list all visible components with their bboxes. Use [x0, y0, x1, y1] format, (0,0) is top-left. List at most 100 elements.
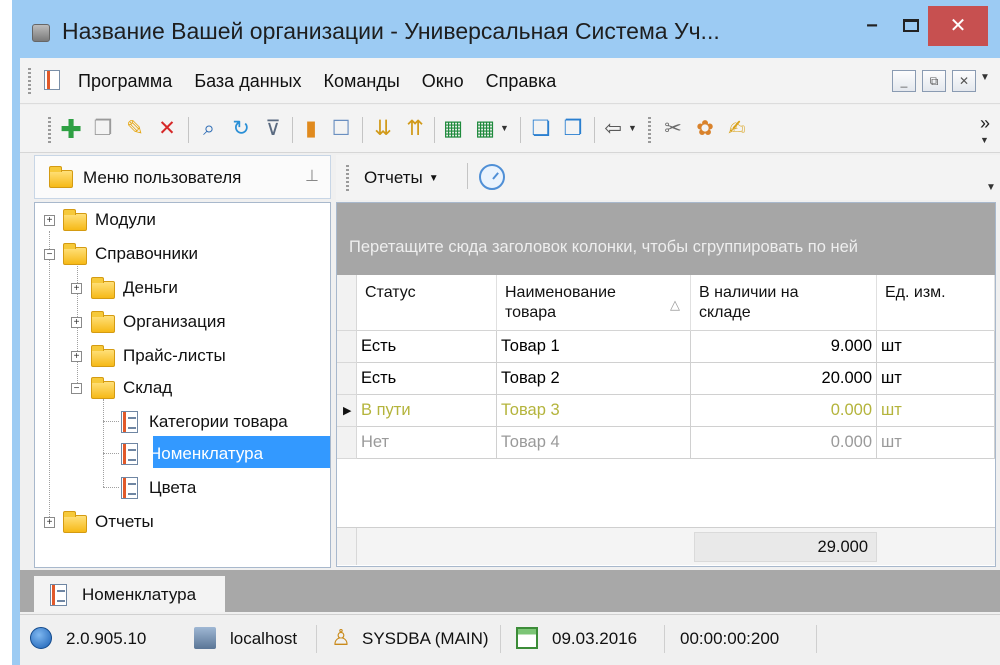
mdi-minimize-button[interactable]: _	[892, 70, 916, 92]
tree-item-reports[interactable]: + Отчеты	[35, 509, 330, 537]
tree-item-money[interactable]: + Деньги	[35, 275, 330, 303]
cell-status[interactable]: Нет	[357, 427, 497, 459]
tree-item-modules[interactable]: + Модули	[35, 207, 330, 235]
close-button[interactable]: ✕	[928, 6, 988, 46]
refresh-icon[interactable]: ↻	[228, 117, 254, 141]
note-edit-icon[interactable]: ✍	[724, 117, 750, 141]
window-new-icon[interactable]: ❏	[528, 117, 554, 141]
exit-icon[interactable]: ⇦	[600, 117, 626, 141]
toolbar-grip[interactable]	[648, 117, 651, 143]
cell-in-stock[interactable]: 0.000	[691, 427, 877, 459]
minimize-button[interactable]: −	[860, 8, 884, 44]
expand-icon[interactable]: +	[71, 283, 82, 294]
cell-status[interactable]: Есть	[357, 331, 497, 363]
cell-name[interactable]: Товар 4	[497, 427, 691, 459]
row-indicator[interactable]	[337, 331, 357, 363]
cell-unit[interactable]: шт	[877, 427, 995, 459]
toolbar-separator	[434, 117, 435, 143]
cell-unit[interactable]: шт	[877, 395, 995, 427]
toolbar-overflow-icon[interactable]: »	[972, 111, 998, 135]
collapse-icon[interactable]: −	[71, 383, 82, 394]
window-close-icon[interactable]: ❐	[560, 117, 586, 141]
paint-icon[interactable]: ✿	[692, 117, 718, 141]
mdi-restore-button[interactable]: ⧉	[922, 70, 946, 92]
search-icon[interactable]: ⌕	[196, 117, 222, 141]
row-indicator[interactable]: ▶	[337, 395, 357, 427]
row-indicator[interactable]	[337, 363, 357, 395]
pin-icon[interactable]: ⊥	[305, 166, 319, 186]
filter-icon[interactable]: ⊽	[260, 117, 286, 141]
cell-name[interactable]: Товар 2	[497, 363, 691, 395]
copy-icon[interactable]: ❐	[90, 117, 116, 141]
cell-unit[interactable]: шт	[877, 363, 995, 395]
cell-name[interactable]: Товар 3	[497, 395, 691, 427]
user-icon: ♙	[331, 625, 351, 650]
tree-item-product-categories[interactable]: Категории товара	[35, 409, 330, 437]
column-header-name[interactable]: Наименование товара △	[497, 275, 691, 331]
chevron-down-icon[interactable]: ▼	[980, 135, 989, 145]
menu-commands[interactable]: Команды	[324, 71, 400, 92]
menu-window[interactable]: Окно	[422, 71, 464, 92]
tree-item-nomenclature[interactable]: Номенклатура	[35, 441, 330, 469]
tree-item-organization[interactable]: + Организация	[35, 309, 330, 337]
expand-icon[interactable]: +	[44, 215, 55, 226]
collapse-icon[interactable]: −	[44, 249, 55, 260]
clock-icon[interactable]	[479, 164, 505, 190]
cell-in-stock[interactable]: 9.000	[691, 331, 877, 363]
column-header-status[interactable]: Статус	[357, 275, 497, 331]
expand-icon[interactable]: +	[44, 517, 55, 528]
export-excel-icon[interactable]: ▦	[440, 117, 466, 141]
cell-unit[interactable]: шт	[877, 331, 995, 363]
document-panel: Отчеты ▼ ▼ Перетащите сюда заголовок коло…	[336, 155, 1000, 567]
edit-icon[interactable]: ✎	[122, 117, 148, 141]
toolbar-grip[interactable]	[48, 117, 51, 143]
comment-icon[interactable]: ☐	[328, 117, 354, 141]
chevron-down-icon[interactable]: ▼	[500, 123, 509, 133]
column-header-unit[interactable]: Ед. изм.	[877, 275, 995, 331]
total-in-stock: 29.000	[694, 532, 877, 562]
chevron-down-icon[interactable]: ▼	[628, 123, 637, 133]
cell-status[interactable]: Есть	[357, 363, 497, 395]
grid-footer: 29.000	[337, 527, 995, 565]
tree-item-references[interactable]: − Справочники	[35, 241, 330, 269]
status-separator	[816, 625, 817, 653]
delete-icon[interactable]: ✕	[154, 117, 180, 141]
sort-down-icon[interactable]: ⇊	[370, 117, 396, 141]
menu-grip[interactable]	[28, 68, 31, 94]
menu-help[interactable]: Справка	[486, 71, 557, 92]
cell-in-stock[interactable]: 0.000	[691, 395, 877, 427]
reports-dropdown-button[interactable]: Отчеты ▼	[364, 168, 439, 188]
cell-status[interactable]: В пути	[357, 395, 497, 427]
title-bar[interactable]: Название Вашей организации - Универсальн…	[12, 0, 1000, 58]
tools-icon[interactable]: ✂	[660, 117, 686, 141]
server-icon	[194, 627, 216, 649]
app-icon	[32, 24, 50, 42]
cell-name[interactable]: Товар 1	[497, 331, 691, 363]
menu-database[interactable]: База данных	[194, 71, 301, 92]
tree-item-label: Организация	[123, 312, 226, 331]
group-by-panel[interactable]: Перетащите сюда заголовок колонки, чтобы…	[337, 203, 995, 275]
column-header-in-stock[interactable]: В наличии на складе	[691, 275, 877, 331]
tree-item-colors[interactable]: Цвета	[35, 475, 330, 503]
chevron-down-icon[interactable]: ▼	[980, 72, 990, 83]
toolbar-separator	[520, 117, 521, 143]
maximize-button[interactable]	[896, 8, 926, 44]
mdi-close-button[interactable]: ✕	[952, 70, 976, 92]
main-toolbar: ✚ ❐ ✎ ✕ ⌕ ↻ ⊽ ▮ ☐ ⇊ ⇈ ▦ ▦ ▼ ❏ ❐ ⇦ ▼ ✂ ✿ …	[20, 105, 1000, 153]
tab-nomenclature[interactable]: Номенклатура	[34, 576, 225, 612]
user-menu-title: Меню пользователя	[83, 168, 242, 187]
sort-up-icon[interactable]: ⇈	[402, 117, 428, 141]
tree-item-warehouse[interactable]: − Склад	[35, 375, 330, 403]
add-icon[interactable]: ✚	[58, 116, 84, 142]
chart-icon[interactable]: ▮	[298, 117, 324, 141]
chevron-down-icon[interactable]: ▼	[986, 182, 996, 193]
tree-item-label: Справочники	[95, 244, 198, 263]
tree-item-price-lists[interactable]: + Прайс-листы	[35, 343, 330, 371]
toolbar-grip[interactable]	[346, 165, 349, 191]
row-indicator[interactable]	[337, 427, 357, 459]
export-excel-options-icon[interactable]: ▦	[472, 117, 498, 141]
expand-icon[interactable]: +	[71, 317, 82, 328]
cell-in-stock[interactable]: 20.000	[691, 363, 877, 395]
menu-program[interactable]: Программа	[78, 71, 172, 92]
expand-icon[interactable]: +	[71, 351, 82, 362]
